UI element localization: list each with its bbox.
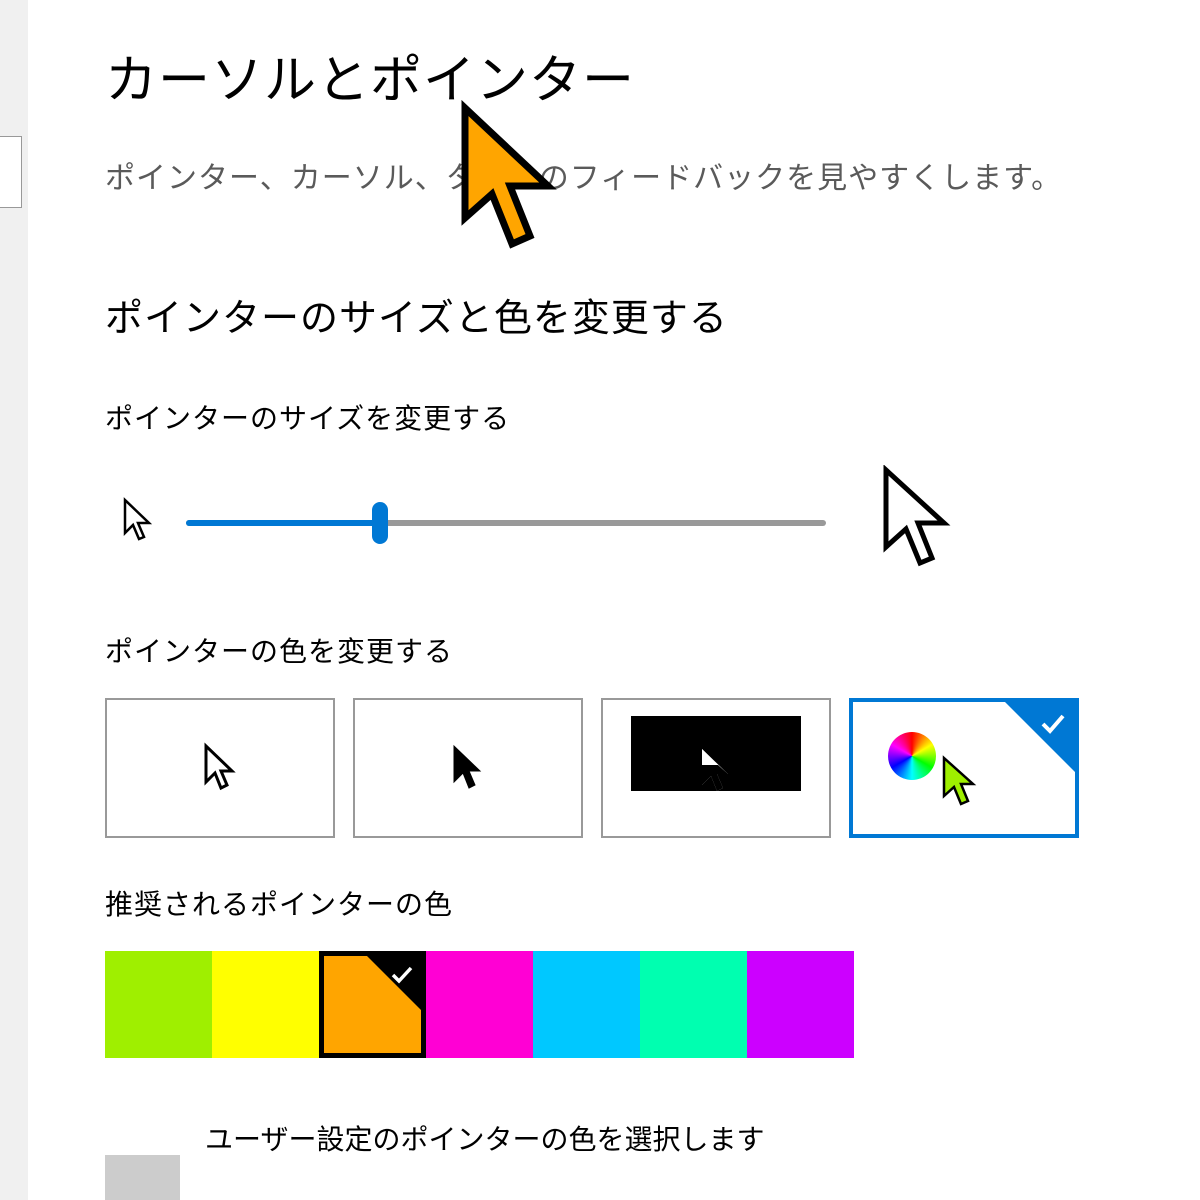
swatch-teal[interactable] — [640, 951, 747, 1058]
color-option-custom[interactable] — [849, 698, 1079, 838]
pointer-color-options — [105, 698, 1165, 838]
suggested-colors-label: 推奨されるポインターの色 — [105, 883, 1165, 923]
slider-fill — [186, 520, 378, 526]
swatch-orange[interactable] — [319, 951, 426, 1058]
suggested-color-swatches — [105, 951, 1165, 1058]
cursor-custom-icon — [938, 754, 982, 810]
swatch-lime[interactable] — [105, 951, 212, 1058]
main-content: カーソルとポインター ポインター、カーソル、タッチのフィードバックを見やすくしま… — [105, 38, 1165, 1158]
small-cursor-icon — [120, 497, 156, 548]
color-wheel-icon — [888, 732, 936, 780]
page-subtitle: ポインター、カーソル、タッチのフィードバックを見やすくします。 — [105, 153, 1165, 197]
check-icon — [1039, 710, 1067, 745]
large-cursor-icon — [876, 465, 962, 580]
color-option-black[interactable] — [353, 698, 583, 838]
slider-thumb[interactable] — [372, 502, 388, 544]
sidebar-marker — [0, 136, 22, 208]
swatch-magenta[interactable] — [426, 951, 533, 1058]
custom-color-label: ユーザー設定のポインターの色を選択します — [205, 1118, 1165, 1158]
custom-color-swatch[interactable] — [105, 1155, 180, 1200]
pointer-size-slider[interactable] — [186, 520, 826, 526]
cursor-white-icon — [200, 742, 240, 794]
cursor-black-icon — [448, 742, 488, 794]
color-label: ポインターの色を変更する — [105, 630, 1165, 670]
check-icon — [389, 962, 415, 995]
color-option-inverted[interactable] — [601, 698, 831, 838]
size-label: ポインターのサイズを変更する — [105, 397, 1165, 437]
cursor-inverted-icon — [696, 745, 736, 797]
swatch-yellow[interactable] — [212, 951, 319, 1058]
section-heading: ポインターのサイズと色を変更する — [105, 287, 1165, 342]
swatch-cyan[interactable] — [533, 951, 640, 1058]
pointer-size-slider-row — [120, 465, 1165, 580]
page-title: カーソルとポインター — [105, 38, 1165, 113]
swatch-purple[interactable] — [747, 951, 854, 1058]
color-option-white[interactable] — [105, 698, 335, 838]
